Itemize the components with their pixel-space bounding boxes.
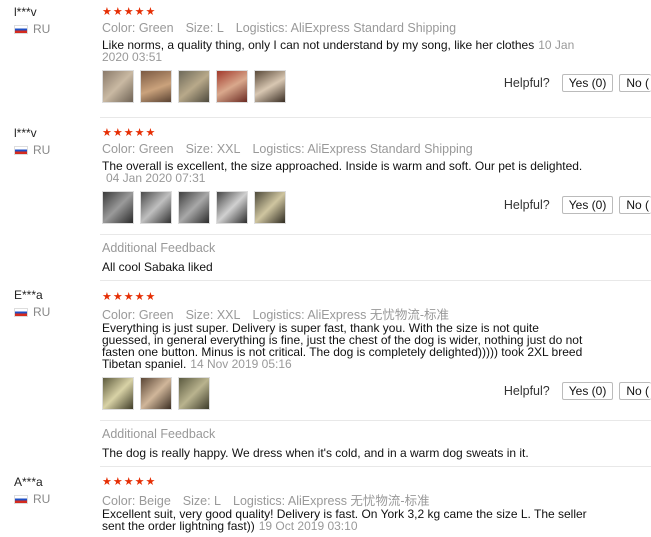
review-photo[interactable]	[102, 191, 134, 224]
review-photos	[102, 377, 210, 410]
reviewer-country: RU	[14, 305, 50, 319]
review-photos	[102, 70, 286, 103]
helpful-controls: Helpful? Yes (0) No (	[503, 382, 651, 400]
reviewer-name: l***v	[14, 5, 37, 19]
helpful-no-button[interactable]: No (	[619, 196, 651, 214]
review-text: The overall is excellent, the size appro…	[102, 159, 583, 185]
additional-feedback-text: The dog is really happy. We dress when i…	[102, 446, 529, 460]
review-photo[interactable]	[178, 70, 210, 103]
helpful-yes-button[interactable]: Yes (0)	[561, 382, 614, 400]
divider	[100, 420, 651, 421]
review-text: Like norms, a quality thing, only I can …	[102, 38, 575, 64]
review-photo[interactable]	[254, 70, 286, 103]
ru-flag-icon	[14, 145, 28, 155]
ru-flag-icon	[14, 307, 28, 317]
review-photo[interactable]	[140, 70, 172, 103]
review-photo[interactable]	[178, 191, 210, 224]
review-photo[interactable]	[216, 70, 248, 103]
review-photo[interactable]	[216, 191, 248, 224]
rating-stars: ★★★★★	[102, 6, 157, 18]
rating-stars: ★★★★★	[102, 127, 157, 139]
helpful-controls: Helpful? Yes (0) No (	[503, 74, 651, 92]
ru-flag-icon	[14, 24, 28, 34]
divider	[100, 466, 651, 467]
helpful-no-button[interactable]: No (	[619, 382, 651, 400]
helpful-yes-button[interactable]: Yes (0)	[561, 74, 614, 92]
reviewer-name: l***v	[14, 126, 37, 140]
review-text: Everything is just super. Delivery is su…	[102, 321, 583, 371]
additional-feedback-label: Additional Feedback	[102, 427, 216, 441]
review-meta: Color: Green Size: XXL Logistics: AliExpre…	[102, 142, 473, 156]
rating-stars: ★★★★★	[102, 291, 157, 303]
rating-stars: ★★★★★	[102, 476, 157, 488]
reviewer-name: E***a	[14, 288, 43, 302]
review-photo[interactable]	[254, 191, 286, 224]
helpful-yes-button[interactable]: Yes (0)	[561, 196, 614, 214]
review-photo[interactable]	[178, 377, 210, 410]
review-photo[interactable]	[140, 377, 172, 410]
review-photo[interactable]	[102, 377, 134, 410]
helpful-controls: Helpful? Yes (0) No (	[503, 196, 651, 214]
additional-feedback-text: All cool Sabaka liked	[102, 260, 213, 274]
reviewer-country: RU	[14, 143, 50, 157]
review-photos	[102, 191, 286, 224]
divider	[100, 280, 651, 281]
review-photo[interactable]	[102, 70, 134, 103]
review-meta: Color: Green Size: L Logistics: AliExpress…	[102, 21, 457, 35]
divider	[100, 234, 651, 235]
additional-feedback-label: Additional Feedback	[102, 241, 216, 255]
reviewer-country: RU	[14, 22, 50, 36]
review-text: Excellent suit, very good quality! Deliv…	[102, 507, 587, 533]
review-photo[interactable]	[140, 191, 172, 224]
ru-flag-icon	[14, 494, 28, 504]
reviewer-country: RU	[14, 492, 50, 506]
helpful-no-button[interactable]: No (	[619, 74, 651, 92]
divider	[100, 117, 651, 118]
reviewer-name: A***a	[14, 475, 43, 489]
